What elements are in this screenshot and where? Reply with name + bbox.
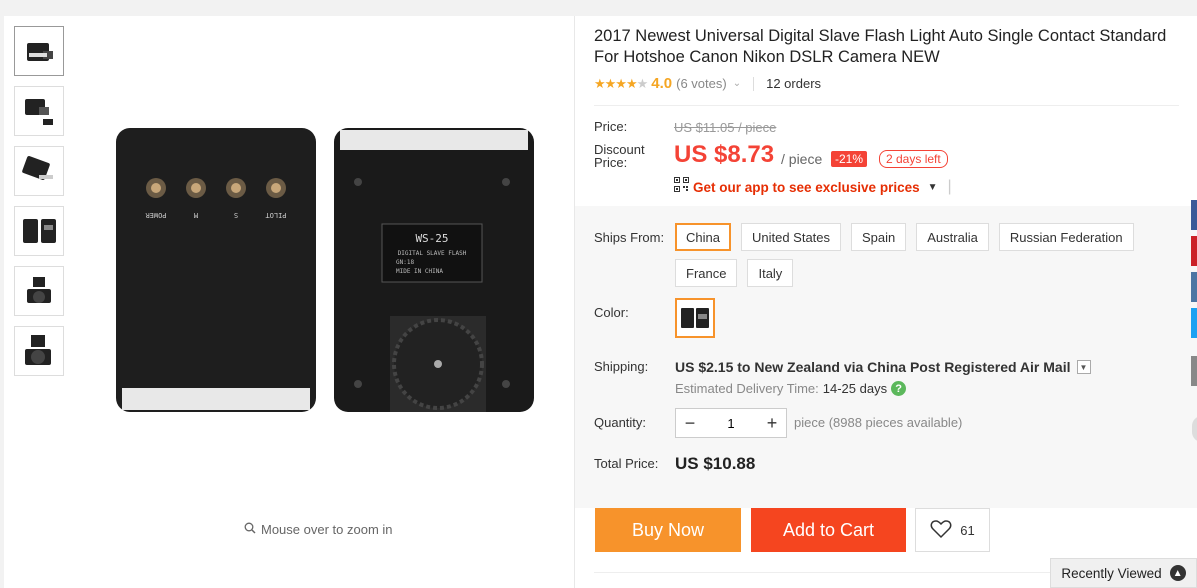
- flash-sub-label-1: DIGITAL SLAVE FLASH: [398, 250, 467, 257]
- product-detail: 2017 Newest Universal Digital Slave Flas…: [574, 16, 1197, 588]
- star-rating-icon: ★★★★★: [594, 75, 648, 91]
- ships-from-china[interactable]: China: [675, 223, 731, 251]
- delivery-time: Estimated Delivery Time: 14-25 days ?: [675, 381, 907, 396]
- decrease-button[interactable]: −: [676, 409, 704, 437]
- thumbnail-6[interactable]: [14, 326, 64, 376]
- ships-from-australia[interactable]: Australia: [916, 223, 989, 251]
- product-gallery: POWER M S PILOT WS-25 DIGITAL SLAVE FLAS…: [4, 16, 574, 588]
- quantity-stepper: − +: [675, 408, 787, 438]
- wishlist-count: 61: [960, 522, 975, 538]
- rating-row: ★★★★★ 4.0 (6 votes) ⌄ 12 orders: [594, 75, 821, 92]
- thumbnail-2[interactable]: [14, 86, 64, 136]
- ships-from-united-states[interactable]: United States: [740, 223, 842, 251]
- discount-price-label: Discount Price:: [594, 142, 645, 170]
- zoom-hint-text: Mouse over to zoom in: [261, 522, 393, 537]
- thumbnail-4[interactable]: [14, 206, 64, 256]
- total-price-label: Total Price:: [594, 456, 659, 471]
- days-left-badge: 2 days left: [879, 150, 948, 168]
- help-icon[interactable]: ?: [891, 381, 907, 396]
- color-label: Color:: [594, 305, 629, 320]
- shipping-label: Shipping:: [594, 359, 649, 374]
- app-promo-text[interactable]: Get our app to see exclusive prices: [693, 180, 920, 195]
- page: POWER M S PILOT WS-25 DIGITAL SLAVE FLAS…: [0, 0, 1197, 588]
- thumbnail-5[interactable]: [14, 266, 64, 316]
- price-label: Price:: [594, 119, 628, 134]
- label-s: S: [234, 211, 238, 219]
- heart-icon: [930, 519, 952, 542]
- shipping-text: US $2.15 to New Zealand via China Post R…: [675, 359, 1071, 375]
- price-block: Price: US $11.05 / piece Discount Price:…: [594, 118, 952, 195]
- discount-price: US $8.73: [674, 141, 775, 168]
- total-price: US $10.88: [675, 454, 756, 473]
- chevron-down-icon[interactable]: ⌄: [733, 78, 741, 89]
- quantity-label: Quantity:: [594, 415, 647, 430]
- chevron-down-icon[interactable]: ▼: [928, 182, 938, 193]
- recently-viewed-label: Recently Viewed: [1061, 565, 1162, 581]
- twitter-share-icon[interactable]: [1191, 308, 1197, 338]
- ships-from-france[interactable]: France: [675, 259, 738, 287]
- eta-label: Estimated Delivery Time:: [675, 381, 819, 396]
- ships-from-label: Ships From:: [594, 230, 665, 245]
- magnifier-icon: [244, 522, 256, 537]
- add-to-cart-button[interactable]: Add to Cart: [751, 508, 906, 552]
- price-unit: / piece: [781, 151, 823, 167]
- label-power: POWER: [145, 211, 167, 219]
- product-title: 2017 Newest Universal Digital Slave Flas…: [594, 27, 1167, 66]
- more-share-icon[interactable]: [1191, 356, 1197, 386]
- original-price: US $11.05 / piece: [674, 120, 777, 135]
- eta-value: 14-25 days: [822, 381, 888, 396]
- wishlist-button[interactable]: 61: [915, 508, 990, 552]
- ships-from-russian-federation[interactable]: Russian Federation: [998, 223, 1134, 251]
- ships-from-options: China United States Spain Australia Russ…: [675, 223, 1155, 287]
- pinterest-share-icon[interactable]: [1191, 236, 1197, 266]
- flash-sub-label-2: GN:18: [396, 259, 414, 266]
- rating-value: 4.0: [651, 75, 673, 92]
- app-promo[interactable]: Get our app to see exclusive prices ▼ |: [674, 177, 952, 197]
- flash-sub-label-3: MIDE IN CHINA: [396, 268, 443, 275]
- qr-code-icon: [674, 177, 689, 197]
- thumbnail-3[interactable]: [14, 146, 64, 196]
- thumbnail-list: [14, 26, 64, 386]
- facebook-share-icon[interactable]: [1191, 200, 1197, 230]
- main-product-image[interactable]: POWER M S PILOT WS-25 DIGITAL SLAVE FLAS…: [114, 126, 534, 416]
- recently-viewed-button[interactable]: Recently Viewed ▲: [1050, 558, 1197, 588]
- label-pilot: PILOT: [265, 211, 287, 219]
- ships-from-italy[interactable]: Italy: [747, 259, 794, 287]
- vk-share-icon[interactable]: [1191, 272, 1197, 302]
- quantity-input[interactable]: [704, 409, 758, 437]
- divider: |: [947, 178, 952, 195]
- zoom-hint: Mouse over to zoom in: [244, 522, 393, 537]
- chevron-down-icon[interactable]: ▼: [1076, 360, 1091, 374]
- increase-button[interactable]: +: [758, 409, 786, 437]
- thumbnail-1[interactable]: [14, 26, 64, 76]
- divider: [753, 76, 755, 91]
- votes-count[interactable]: (6 votes): [676, 76, 727, 91]
- divider: [594, 105, 1179, 106]
- ships-from-spain[interactable]: Spain: [851, 223, 907, 251]
- quantity-available: piece (8988 pieces available): [794, 415, 963, 430]
- chevron-up-icon: ▲: [1169, 565, 1186, 581]
- shipping-info: US $2.15 to New Zealand via China Post R…: [675, 359, 1091, 375]
- orders-count: 12 orders: [766, 76, 822, 91]
- color-swatch[interactable]: [675, 298, 715, 338]
- buy-now-button[interactable]: Buy Now: [595, 508, 741, 552]
- discount-badge: -21%: [831, 151, 868, 167]
- flash-model-label: WS-25: [415, 232, 448, 245]
- label-m: M: [194, 211, 198, 219]
